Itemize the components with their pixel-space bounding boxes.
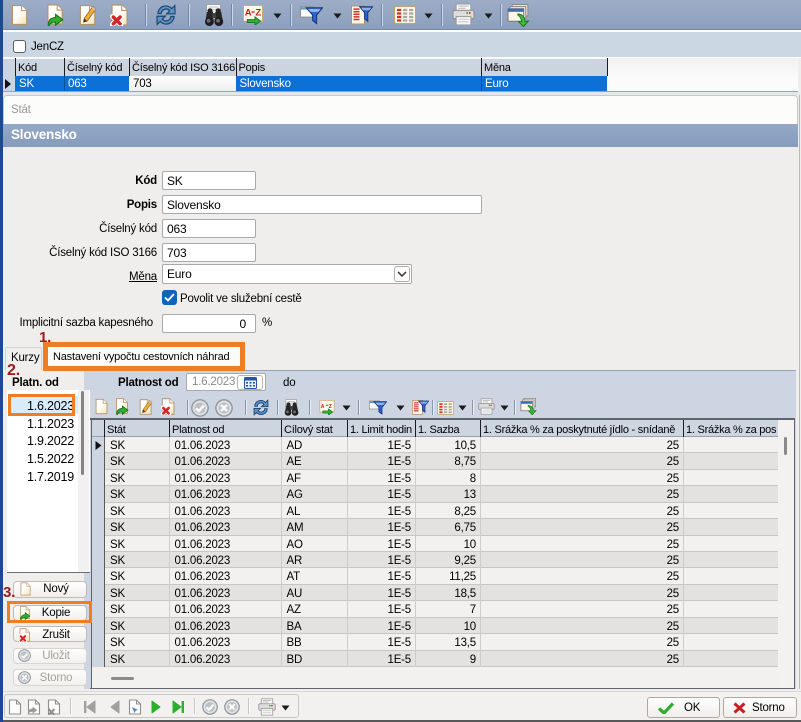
svg-text:Z: Z (255, 7, 261, 18)
svg-text:A: A (321, 404, 325, 410)
svg-text:Z: Z (329, 404, 332, 410)
svg-text:A: A (245, 7, 252, 18)
